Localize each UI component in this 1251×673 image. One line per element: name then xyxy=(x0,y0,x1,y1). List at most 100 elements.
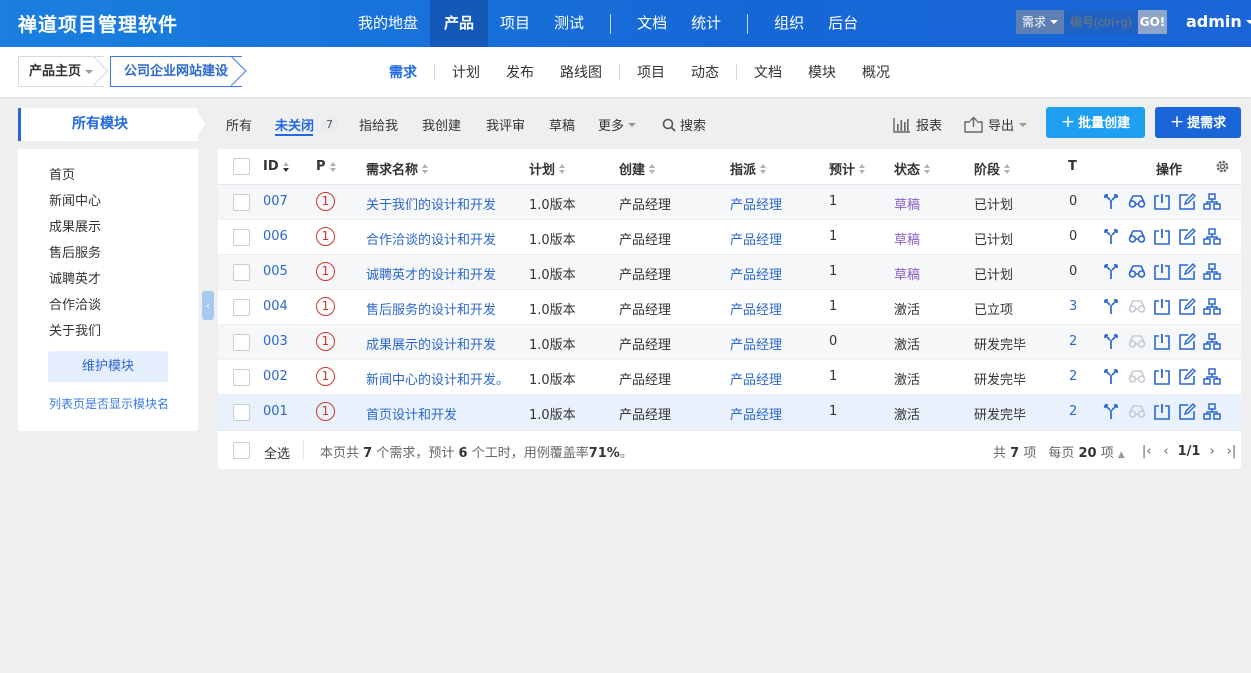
filter-open[interactable]: 未关闭 7 xyxy=(275,115,339,134)
main-nav-company[interactable]: 组织 xyxy=(762,0,816,47)
edit-icon[interactable] xyxy=(1178,403,1196,421)
row-checkbox[interactable] xyxy=(233,369,250,386)
split-icon[interactable] xyxy=(1103,193,1121,211)
col-pri[interactable]: P xyxy=(316,159,337,174)
search-go-button[interactable]: GO! xyxy=(1138,10,1168,34)
report-button[interactable]: 报表 xyxy=(893,115,942,134)
story-id[interactable]: 007 xyxy=(263,194,288,209)
review-icon[interactable] xyxy=(1128,333,1146,351)
story-title[interactable]: 合作洽谈的设计和开发 xyxy=(366,229,496,248)
sub-nav-view[interactable]: 概况 xyxy=(849,62,903,82)
collapse-left-icon[interactable]: ‹ xyxy=(202,291,214,320)
row-checkbox[interactable] xyxy=(233,194,250,211)
sub-nav-roadmap[interactable]: 路线图 xyxy=(547,62,615,82)
module-item[interactable]: 首页 xyxy=(49,164,75,183)
split-icon[interactable] xyxy=(1103,368,1121,386)
batch-create-button[interactable]: + 批量创建 xyxy=(1046,107,1145,138)
main-nav-qa[interactable]: 测试 xyxy=(542,0,596,47)
row-checkbox[interactable] xyxy=(233,334,250,351)
sub-nav-doc[interactable]: 文档 xyxy=(741,62,795,82)
settings-icon[interactable] xyxy=(1215,159,1230,174)
close-icon[interactable] xyxy=(1153,193,1171,211)
module-item[interactable]: 新闻中心 xyxy=(49,190,101,209)
col-opened-by[interactable]: 创建 xyxy=(619,159,656,178)
col-assigned-to[interactable]: 指派 xyxy=(730,159,767,178)
story-assigned-to[interactable]: 产品经理 xyxy=(730,299,782,318)
show-module-name-link[interactable]: 列表页是否显示模块名 xyxy=(49,395,169,412)
edit-icon[interactable] xyxy=(1178,333,1196,351)
create-case-icon[interactable] xyxy=(1203,333,1221,351)
sub-nav-release[interactable]: 发布 xyxy=(493,62,547,82)
story-id[interactable]: 003 xyxy=(263,334,288,349)
edit-icon[interactable] xyxy=(1178,263,1196,281)
review-icon[interactable] xyxy=(1128,263,1146,281)
story-title[interactable]: 新闻中心的设计和开发。 xyxy=(366,369,509,388)
main-nav-product[interactable]: 产品 xyxy=(430,0,489,47)
edit-icon[interactable] xyxy=(1178,368,1196,386)
story-id[interactable]: 002 xyxy=(263,369,288,384)
create-case-icon[interactable] xyxy=(1203,228,1221,246)
split-icon[interactable] xyxy=(1103,403,1121,421)
module-item[interactable]: 售后服务 xyxy=(49,242,101,261)
story-tasks[interactable]: 2 xyxy=(1069,334,1077,349)
split-icon[interactable] xyxy=(1103,333,1121,351)
split-icon[interactable] xyxy=(1103,228,1121,246)
story-assigned-to[interactable]: 产品经理 xyxy=(730,334,782,353)
story-assigned-to[interactable]: 产品经理 xyxy=(730,194,782,213)
story-id[interactable]: 001 xyxy=(263,404,288,419)
edit-icon[interactable] xyxy=(1178,298,1196,316)
col-stage[interactable]: 阶段 xyxy=(974,159,1011,178)
story-assigned-to[interactable]: 产品经理 xyxy=(730,404,782,423)
module-item[interactable]: 合作洽谈 xyxy=(49,294,101,313)
table-row[interactable]: 002 1 新闻中心的设计和开发。 1.0版本 产品经理 产品经理 1 激活 研发完毕 2 xyxy=(218,360,1241,395)
col-title[interactable]: 需求名称 xyxy=(366,159,429,178)
story-title[interactable]: 售后服务的设计和开发 xyxy=(366,299,496,318)
review-icon[interactable] xyxy=(1128,228,1146,246)
sub-nav-plan[interactable]: 计划 xyxy=(439,62,493,82)
close-icon[interactable] xyxy=(1153,333,1171,351)
split-icon[interactable] xyxy=(1103,298,1121,316)
create-case-icon[interactable] xyxy=(1203,403,1221,421)
close-icon[interactable] xyxy=(1153,298,1171,316)
table-row[interactable]: 003 1 成果展示的设计和开发 1.0版本 产品经理 产品经理 0 激活 研发完毕 2 xyxy=(218,325,1241,360)
close-icon[interactable] xyxy=(1153,368,1171,386)
story-assigned-to[interactable]: 产品经理 xyxy=(730,369,782,388)
breadcrumb-product[interactable]: 产品主页 xyxy=(18,56,104,87)
story-id[interactable]: 004 xyxy=(263,299,288,314)
split-icon[interactable] xyxy=(1103,263,1121,281)
story-assigned-to[interactable]: 产品经理 xyxy=(730,229,782,248)
col-id[interactable]: ID xyxy=(263,159,290,174)
table-row[interactable]: 005 1 诚聘英才的设计和开发 1.0版本 产品经理 产品经理 1 草稿 已计划 0 xyxy=(218,255,1241,290)
story-id[interactable]: 006 xyxy=(263,229,288,244)
close-icon[interactable] xyxy=(1153,228,1171,246)
edit-icon[interactable] xyxy=(1178,193,1196,211)
story-title[interactable]: 诚聘英才的设计和开发 xyxy=(366,264,496,283)
main-nav-admin[interactable]: 后台 xyxy=(816,0,870,47)
table-row[interactable]: 004 1 售后服务的设计和开发 1.0版本 产品经理 产品经理 1 激活 已立项 3 xyxy=(218,290,1241,325)
story-tasks[interactable]: 2 xyxy=(1069,369,1077,384)
per-page-dropdown[interactable]: 每页 20 项 ▲ xyxy=(1048,442,1124,461)
story-assigned-to[interactable]: 产品经理 xyxy=(730,264,782,283)
create-case-icon[interactable] xyxy=(1203,193,1221,211)
create-case-icon[interactable] xyxy=(1203,368,1221,386)
module-item[interactable]: 诚聘英才 xyxy=(49,268,101,287)
table-row[interactable]: 001 1 首页设计和开发 1.0版本 产品经理 产品经理 1 激活 研发完毕 2 xyxy=(218,395,1241,430)
select-all-label[interactable]: 全选 xyxy=(264,443,290,462)
module-item[interactable]: 关于我们 xyxy=(49,320,101,339)
user-menu[interactable]: admin xyxy=(1186,12,1251,31)
main-nav-my[interactable]: 我的地盘 xyxy=(346,0,430,47)
sub-nav-dynamic[interactable]: 动态 xyxy=(678,62,732,82)
close-icon[interactable] xyxy=(1153,263,1171,281)
table-row[interactable]: 006 1 合作洽谈的设计和开发 1.0版本 产品经理 产品经理 1 草稿 已计划 0 xyxy=(218,220,1241,255)
search-toggle[interactable]: 搜索 xyxy=(662,115,706,134)
main-nav-doc[interactable]: 文档 xyxy=(625,0,679,47)
review-icon[interactable] xyxy=(1128,298,1146,316)
story-tasks[interactable]: 3 xyxy=(1069,299,1077,314)
filter-created-by-me[interactable]: 我创建 xyxy=(422,115,461,134)
prev-page-icon[interactable]: ‹ xyxy=(1160,444,1171,459)
review-icon[interactable] xyxy=(1128,193,1146,211)
filter-assigned-to-me[interactable]: 指给我 xyxy=(359,115,398,134)
filter-all[interactable]: 所有 xyxy=(226,115,252,134)
row-checkbox[interactable] xyxy=(233,229,250,246)
filter-draft[interactable]: 草稿 xyxy=(549,115,575,134)
